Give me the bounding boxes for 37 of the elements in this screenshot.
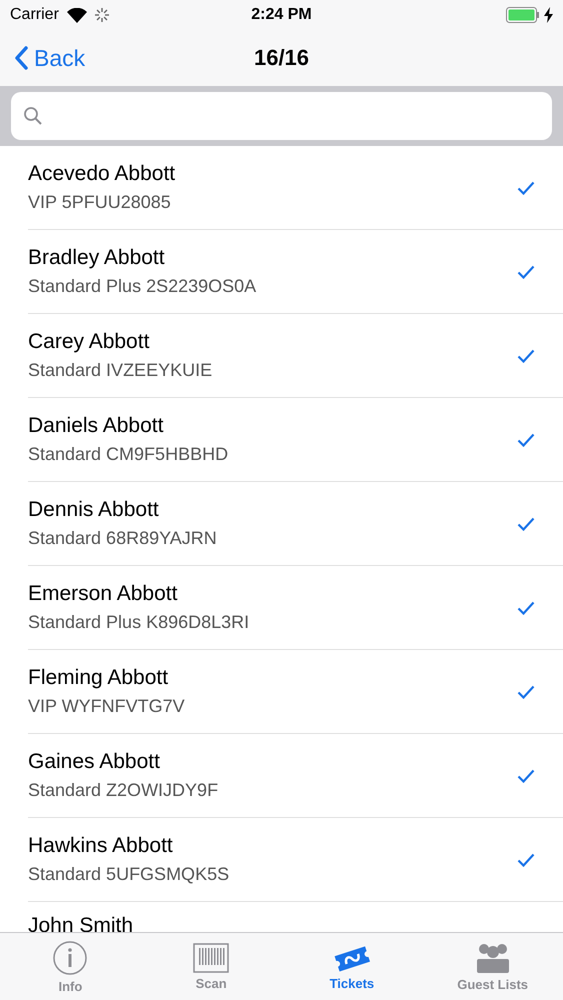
ticket-detail: Standard CM9F5HBBHD [28, 444, 230, 465]
attendee-name: Emerson Abbott [28, 582, 178, 606]
ticket-detail: Standard IVZEEYKUIE [28, 360, 214, 381]
attendee-name: Daniels Abbott [28, 414, 164, 438]
attendee-name: John Smith [28, 914, 134, 932]
search-icon [23, 106, 43, 126]
charging-icon [544, 7, 553, 23]
attendee-name: Bradley Abbott [28, 246, 166, 270]
tab[interactable]: Scan [140, 933, 282, 1000]
attendee-name: Hawkins Abbott [28, 834, 174, 858]
people-icon [474, 942, 511, 974]
clock: 2:24 PM [251, 6, 312, 24]
attendee-name: Acevedo Abbott [28, 162, 176, 186]
page-title: 16/16 [254, 45, 310, 71]
ticket-detail: Standard Plus K896D8L3RI [28, 612, 250, 633]
tab[interactable]: Info [0, 933, 141, 1000]
ticket-detail: Standard 68R89YAJRN [28, 528, 218, 549]
back-button[interactable]: Back [14, 44, 86, 72]
tab[interactable]: Guest Lists [422, 933, 563, 1000]
ticket-detail: VIP 5PFUU28085 [28, 192, 172, 213]
chevron-left-icon [14, 46, 28, 70]
info-icon [52, 940, 88, 976]
wifi-icon [66, 8, 87, 22]
ticket-detail: Standard 5UFGSMQK5S [28, 864, 230, 885]
ticket-detail: Standard Z2OWIJDY9F [28, 780, 220, 801]
attendee-name: Gaines Abbott [28, 750, 161, 774]
ticket-detail: VIP WYFNFVTG7V [28, 696, 186, 717]
tab[interactable]: Tickets [282, 933, 422, 1000]
ticket-detail: Standard Plus 2S2239OS0A [28, 276, 258, 297]
attendee-name: Fleming Abbott [28, 666, 170, 690]
barcode-icon [193, 942, 230, 972]
spinner-icon [94, 8, 109, 22]
search-field[interactable] [11, 92, 552, 140]
battery-icon [506, 7, 540, 23]
attendee-name: Dennis Abbott [28, 498, 160, 522]
attendee-name: Carey Abbott [28, 330, 150, 354]
carrier-label: Carrier [10, 6, 59, 24]
